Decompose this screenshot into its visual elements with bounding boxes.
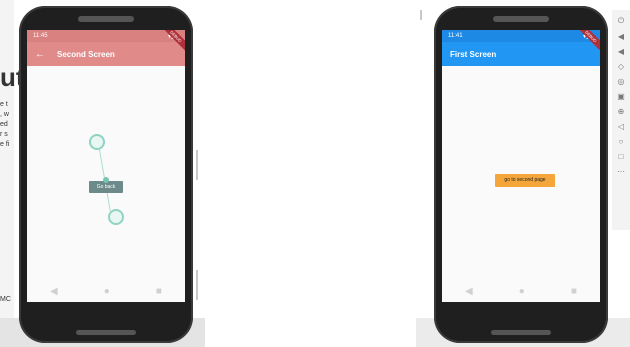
- phone-speaker: [491, 330, 551, 335]
- status-bar: 11:45 ▾◢▮: [27, 30, 185, 42]
- background-doc-bottom-fragment: MC: [0, 296, 11, 303]
- nav-recents-icon[interactable]: ■: [571, 286, 577, 297]
- doc-line: r s: [0, 131, 8, 138]
- rotate-icon[interactable]: ◎: [618, 77, 625, 86]
- app-bar: First Screen: [442, 42, 600, 66]
- go-to-second-page-button[interactable]: go to second page: [495, 174, 555, 187]
- arrow-back-icon[interactable]: ←: [35, 49, 45, 60]
- back-icon[interactable]: ◁: [618, 122, 624, 131]
- background-divider: [420, 10, 422, 20]
- phone-speaker: [493, 16, 549, 22]
- android-nav-bar: ◀ ● ■: [442, 278, 600, 304]
- background-divider: [196, 270, 198, 300]
- nav-back-icon[interactable]: ◀: [465, 286, 473, 297]
- nav-home-icon[interactable]: ●: [519, 286, 525, 297]
- doc-line: ed: [0, 121, 8, 128]
- phone-screen: 11:41 ▾◢▮ First Screen DEBUG go to secon…: [442, 30, 600, 302]
- background-doc-text-fragment: e t , w ed r s e fi: [0, 100, 9, 150]
- phone-screen: 11:45 ▾◢▮ ← Second Screen DEBUG Go back: [27, 30, 185, 302]
- doc-line: , w: [0, 111, 9, 118]
- volume-down-icon[interactable]: ◀: [618, 47, 624, 56]
- volume-up-icon[interactable]: ◀: [618, 32, 624, 41]
- status-time: 11:41: [448, 33, 463, 39]
- nav-recents-icon[interactable]: ■: [156, 286, 162, 297]
- phone-speaker: [76, 330, 136, 335]
- phone-speaker: [78, 16, 134, 22]
- zoom-icon[interactable]: ⊕: [618, 107, 625, 116]
- app-bar-title: First Screen: [450, 49, 497, 59]
- background-window-edge: [0, 0, 14, 347]
- animation-circle-top: [89, 134, 105, 150]
- status-bar: 11:41 ▾◢▮: [442, 30, 600, 42]
- emulator-phone-right: 11:41 ▾◢▮ First Screen DEBUG go to secon…: [434, 6, 608, 343]
- emulator-phone-left: 11:45 ▾◢▮ ← Second Screen DEBUG Go back …: [19, 6, 193, 343]
- power-icon[interactable]: ⏻: [618, 16, 624, 26]
- nav-back-icon[interactable]: ◀: [50, 286, 58, 297]
- nav-home-icon[interactable]: ●: [104, 286, 110, 297]
- more-icon[interactable]: ⋯: [617, 167, 625, 176]
- android-nav-bar: ◀ ● ■: [27, 278, 185, 304]
- background-divider: [196, 150, 198, 180]
- doc-line: e fi: [0, 141, 10, 148]
- app-bar: ← Second Screen: [27, 42, 185, 66]
- animation-circle-bottom: [108, 209, 124, 225]
- rotate-icon[interactable]: ◇: [618, 62, 624, 71]
- doc-line: e t: [0, 101, 8, 108]
- overview-icon[interactable]: □: [619, 152, 624, 161]
- camera-icon[interactable]: ▣: [617, 92, 625, 101]
- emulator-toolbar: ⏻ ◀ ◀ ◇ ◎ ▣ ⊕ ◁ ○ □ ⋯: [612, 10, 630, 230]
- status-time: 11:45: [33, 33, 48, 39]
- home-icon[interactable]: ○: [619, 137, 624, 146]
- app-bar-title: Second Screen: [57, 49, 115, 59]
- animation-dot: [103, 177, 109, 183]
